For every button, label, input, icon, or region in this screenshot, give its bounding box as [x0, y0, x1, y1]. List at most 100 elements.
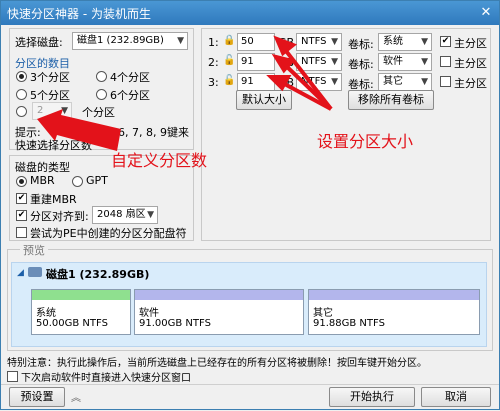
- radio-gpt[interactable]: [72, 176, 83, 187]
- partition-3-detail: 91.88GB NTFS: [313, 318, 385, 329]
- partition-3-bar: [309, 290, 479, 300]
- chevron-down-icon: ▼: [421, 57, 428, 67]
- presets-button[interactable]: 预设置: [9, 387, 65, 407]
- warning-text: 特别注意：执行此操作后，当前所选磁盘上已经存在的所有分区将被删除！按回车键开始分…: [7, 358, 427, 369]
- align-checkbox[interactable]: ✔: [16, 210, 27, 221]
- preview-partition-3[interactable]: 其它 91.88GB NTFS: [308, 289, 480, 335]
- radio-6-partitions[interactable]: [96, 89, 107, 100]
- chevron-down-icon: ▼: [331, 57, 338, 67]
- pe-checkbox[interactable]: [16, 227, 27, 238]
- disk-preview-name: 磁盘1 (232.89GB): [46, 268, 150, 281]
- app-window: 快速分区神器 - 为装机而生 ✕ 选择磁盘: 磁盘1 (232.89GB) ▼ …: [0, 0, 500, 410]
- row1-primary-checkbox[interactable]: ✔: [440, 36, 451, 47]
- unlock-icon: 🔓: [223, 75, 236, 86]
- partition-1-name: 系统: [36, 308, 56, 319]
- partition-count-panel: 选择磁盘: 磁盘1 (232.89GB) ▼ 分区的数目 3个分区 4个分区 5…: [9, 28, 194, 152]
- row1-primary-label: 主分区: [454, 37, 487, 50]
- preview-label: 预览: [20, 242, 48, 258]
- custom-count-annotation: 自定义分区数: [111, 151, 208, 170]
- row3-primary-label: 主分区: [454, 77, 487, 90]
- chevron-down-icon: ▼: [421, 37, 428, 47]
- radio-4-label: 4个分区: [110, 71, 150, 84]
- partition-2-detail: 91.00GB NTFS: [139, 318, 211, 329]
- gpt-label: GPT: [86, 174, 108, 187]
- title-bar: 快速分区神器 - 为装机而生 ✕: [1, 1, 499, 25]
- row2-index: 2:: [208, 56, 219, 69]
- row3-fs-select[interactable]: NTFS ▼: [296, 73, 342, 91]
- radio-mbr[interactable]: [16, 176, 27, 187]
- rebuild-mbr-label: 重建MBR: [30, 193, 77, 206]
- align-select[interactable]: 2048 扇区 ▼: [92, 206, 158, 224]
- custom-count-suffix: 个分区: [82, 106, 115, 119]
- disk-select[interactable]: 磁盘1 (232.89GB) ▼: [72, 32, 188, 50]
- disk-preview: ◢ 磁盘1 (232.89GB) 系统 50.00GB NTFS 软件 91.0…: [11, 262, 487, 347]
- start-button[interactable]: 开始执行: [329, 387, 415, 407]
- mbr-label: MBR: [30, 174, 55, 187]
- row2-vol-label: 卷标:: [348, 58, 374, 71]
- row3-unit: GB: [278, 76, 295, 89]
- row3-vol-value: 其它: [383, 76, 403, 87]
- row3-vol-select[interactable]: 其它 ▼: [378, 73, 432, 91]
- chevron-down-icon: ▼: [331, 37, 338, 47]
- row2-primary-checkbox[interactable]: [440, 56, 451, 67]
- partition-2-name: 软件: [139, 308, 159, 319]
- disk-select-value: 磁盘1 (232.89GB): [77, 35, 164, 46]
- cancel-button[interactable]: 取消: [421, 387, 491, 407]
- radio-6-label: 6个分区: [110, 89, 150, 102]
- close-icon[interactable]: ✕: [477, 4, 495, 21]
- disk-select-label: 选择磁盘:: [15, 36, 63, 49]
- row3-size-input[interactable]: 91: [237, 73, 275, 91]
- row1-vol-value: 系统: [383, 36, 403, 47]
- row2-size-input[interactable]: 91: [237, 53, 275, 71]
- preview-partition-2[interactable]: 软件 91.00GB NTFS: [134, 289, 304, 335]
- align-label: 分区对齐到:: [30, 210, 89, 223]
- set-size-annotation: 设置分区大小: [317, 132, 414, 151]
- row3-fs-value: NTFS: [301, 76, 327, 87]
- rebuild-mbr-checkbox[interactable]: ✔: [16, 193, 27, 204]
- row1-size-input[interactable]: 50: [237, 33, 275, 51]
- row2-vol-select[interactable]: 软件 ▼: [378, 53, 432, 71]
- double-chevron-up-icon[interactable]: ︽: [71, 389, 81, 404]
- radio-3-partitions[interactable]: [16, 71, 27, 82]
- row1-vol-select[interactable]: 系统 ▼: [378, 33, 432, 51]
- radio-3-label: 3个分区: [30, 71, 70, 84]
- row3-index: 3:: [208, 76, 219, 89]
- disk-icon: [28, 267, 42, 277]
- chevron-down-icon: ▼: [147, 210, 154, 220]
- partition-1-detail: 50.00GB NTFS: [36, 318, 108, 329]
- partition-2-bar: [135, 290, 303, 300]
- disk-type-label: 磁盘的类型: [15, 161, 70, 174]
- row1-unit: GB: [278, 36, 295, 49]
- chevron-down-icon: ▼: [331, 77, 338, 87]
- footer-separator: [1, 384, 499, 385]
- next-boot-label: 下次启动软件时直接进入快速分区窗口: [21, 373, 191, 384]
- window-title: 快速分区神器 - 为装机而生: [7, 7, 151, 21]
- row2-unit: GB: [278, 56, 295, 69]
- default-size-button[interactable]: 默认大小: [236, 90, 292, 110]
- row3-primary-checkbox[interactable]: [440, 76, 451, 87]
- row2-primary-label: 主分区: [454, 57, 487, 70]
- next-boot-checkbox[interactable]: [7, 371, 18, 382]
- row1-fs-value: NTFS: [301, 36, 327, 47]
- radio-4-partitions[interactable]: [96, 71, 107, 82]
- custom-count-select[interactable]: 2 ▼: [32, 102, 72, 120]
- partition-1-bar: [32, 290, 130, 300]
- row2-fs-select[interactable]: NTFS ▼: [296, 53, 342, 71]
- expand-icon[interactable]: ◢: [17, 268, 24, 278]
- unlock-icon: 🔓: [223, 55, 236, 66]
- radio-5-partitions[interactable]: [16, 89, 27, 100]
- remove-labels-button[interactable]: 移除所有卷标: [348, 90, 434, 110]
- chevron-down-icon: ▼: [61, 106, 68, 116]
- custom-count-value: 2: [37, 105, 44, 116]
- chevron-down-icon: ▼: [177, 36, 184, 46]
- partition-3-name: 其它: [313, 308, 333, 319]
- radio-custom-partitions[interactable]: [16, 106, 27, 117]
- row2-fs-value: NTFS: [301, 56, 327, 67]
- pe-label: 尝试为PE中创建的分区分配盘符: [30, 227, 187, 240]
- preview-partition-1[interactable]: 系统 50.00GB NTFS: [31, 289, 131, 335]
- row2-vol-value: 软件: [383, 56, 403, 67]
- lock-icon: 🔒: [223, 35, 236, 46]
- row1-fs-select[interactable]: NTFS ▼: [296, 33, 342, 51]
- row1-index: 1:: [208, 36, 219, 49]
- chevron-down-icon: ▼: [421, 77, 428, 87]
